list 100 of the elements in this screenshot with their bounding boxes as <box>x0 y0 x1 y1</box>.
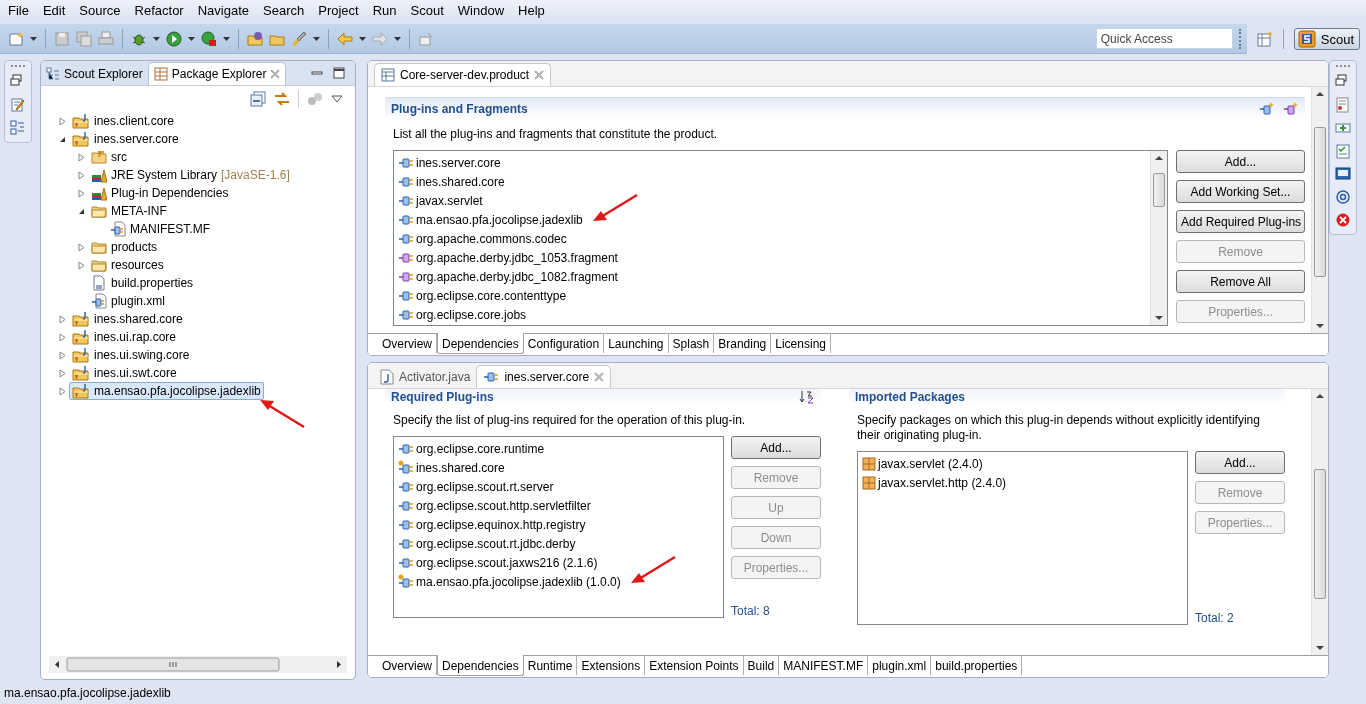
new-plugin-icon[interactable] <box>1259 100 1275 117</box>
expand-arrow-icon[interactable] <box>57 368 67 378</box>
close-icon[interactable] <box>594 372 605 382</box>
print-icon[interactable] <box>98 30 114 47</box>
menu-item[interactable]: Source <box>73 3 129 18</box>
open-folder-icon[interactable] <box>247 30 263 47</box>
save-icon[interactable] <box>54 30 70 47</box>
list-item[interactable]: org.eclipse.scout.rt.jdbc.derby <box>398 535 576 552</box>
page-tab[interactable]: Launching <box>604 333 669 353</box>
expand-arrow-icon[interactable] <box>76 170 86 180</box>
tree-item[interactable]: META-INF <box>88 202 170 220</box>
tree-item[interactable]: products <box>88 238 161 256</box>
menu-item[interactable]: Window <box>451 3 513 18</box>
list-item[interactable]: org.eclipse.equinox.http.registry <box>398 516 586 533</box>
list-item[interactable]: ma.ensao.pfa.jocolipse.jadexlib <box>398 211 583 228</box>
tree-item[interactable]: ines.client.core <box>69 112 178 130</box>
list-item[interactable]: javax.servlet (2.4.0) <box>862 456 983 471</box>
menu-item[interactable]: File <box>2 3 37 18</box>
editor-tab[interactable]: ines.server.core <box>476 365 612 388</box>
expand-arrow-icon[interactable] <box>57 332 67 342</box>
page-tab[interactable]: Runtime <box>523 655 578 675</box>
menu-item[interactable]: Search <box>257 3 313 18</box>
tree-item[interactable]: Plug-in Dependencies <box>88 184 232 202</box>
at-sign-icon[interactable] <box>1335 189 1351 205</box>
page-tab[interactable]: Licensing <box>771 333 831 353</box>
open-perspective-icon[interactable] <box>1256 31 1273 47</box>
tree-item[interactable]: ines.ui.swing.core <box>69 346 193 364</box>
menu-item[interactable]: Project <box>312 3 367 18</box>
page-tab[interactable]: MANIFEST.MF <box>779 655 869 675</box>
action-button[interactable]: Add... <box>1195 451 1285 474</box>
error-icon[interactable] <box>1335 212 1351 228</box>
tree-item[interactable]: resources <box>88 256 167 274</box>
horizontal-scrollbar[interactable] <box>49 656 347 673</box>
caret-icon[interactable] <box>223 36 230 41</box>
task-list-icon[interactable] <box>1335 143 1351 159</box>
collapse-all-icon[interactable] <box>250 91 266 107</box>
list-item[interactable]: org.eclipse.core.jobs <box>398 306 527 323</box>
edit-icon[interactable] <box>10 97 26 113</box>
caret-icon[interactable] <box>188 36 195 41</box>
menu-item[interactable]: Edit <box>36 3 74 18</box>
expand-arrow-icon[interactable] <box>76 188 86 198</box>
caret-icon[interactable] <box>394 36 401 41</box>
tree-item[interactable]: ines.shared.core <box>69 310 186 328</box>
properties-icon[interactable] <box>1335 97 1351 113</box>
run-icon[interactable] <box>166 30 182 47</box>
list-item[interactable]: javax.servlet.http (2.4.0) <box>862 475 1007 490</box>
list-item[interactable]: ines.shared.core <box>398 459 505 476</box>
list-item[interactable]: ma.ensao.pfa.jocolipse.jadexlib (1.0.0) <box>398 573 621 590</box>
list-item[interactable]: ines.server.core <box>398 154 501 171</box>
caret-icon[interactable] <box>153 36 160 41</box>
tree-item[interactable]: src <box>88 148 130 166</box>
expand-arrow-icon[interactable] <box>76 260 86 270</box>
page-tab[interactable]: Dependencies <box>437 333 524 354</box>
page-tab[interactable]: Build <box>743 655 780 675</box>
link-icon[interactable] <box>274 91 290 107</box>
list-item[interactable]: ines.shared.core <box>398 173 505 190</box>
action-button[interactable]: Add... <box>731 436 821 459</box>
page-tab[interactable]: Splash <box>668 333 715 353</box>
list-item[interactable]: org.apache.derby.jdbc_1082.fragment <box>398 268 618 285</box>
expand-arrow-icon[interactable] <box>76 152 86 162</box>
view-tab[interactable]: Package Explorer <box>147 62 287 85</box>
forward-arrow-icon[interactable] <box>372 30 388 47</box>
add-row-icon[interactable] <box>1335 120 1351 136</box>
back-arrow-icon[interactable] <box>337 30 353 47</box>
tree-item[interactable]: MANIFEST.MF <box>107 220 213 238</box>
expand-arrow-icon[interactable] <box>57 350 67 360</box>
caret-icon[interactable] <box>313 36 320 41</box>
action-button[interactable]: Add Working Set... <box>1176 180 1305 203</box>
list-item[interactable]: org.eclipse.core.runtime <box>398 440 545 457</box>
action-button[interactable]: Add... <box>1176 150 1305 173</box>
page-tab[interactable]: Extensions <box>577 655 646 675</box>
page-tab[interactable]: Configuration <box>523 333 605 353</box>
menu-item[interactable]: Scout <box>404 3 452 18</box>
action-button[interactable]: Add Required Plug-ins <box>1176 210 1305 233</box>
tree-item[interactable]: ines.ui.rap.core <box>69 328 180 346</box>
menu-item[interactable]: Help <box>512 3 553 18</box>
menu-item[interactable]: Navigate <box>191 3 257 18</box>
list-item[interactable]: org.eclipse.scout.rt.server <box>398 478 554 495</box>
pin-icon[interactable] <box>418 30 434 47</box>
list-item[interactable]: org.eclipse.scout.jaxws216 (2.1.6) <box>398 554 598 571</box>
list-item[interactable]: javax.servlet <box>398 192 483 209</box>
page-tab[interactable]: Dependencies <box>437 655 524 676</box>
console-icon[interactable] <box>1335 166 1351 182</box>
tree-item[interactable]: JRE System Library [JavaSE-1.6] <box>88 166 293 184</box>
list-item[interactable]: org.eclipse.core.contenttype <box>398 287 567 304</box>
tree-item[interactable]: ma.ensao.pfa.jocolipse.jadexlib <box>69 382 264 400</box>
menu-item[interactable]: Refactor <box>128 3 192 18</box>
editor-tab[interactable]: Core-server-dev.product <box>374 63 552 86</box>
tree-item[interactable]: ines.ui.swt.core <box>69 364 180 382</box>
tree-item[interactable]: build.properties <box>88 274 197 292</box>
new-fragment-icon[interactable] <box>1283 100 1299 117</box>
close-icon[interactable] <box>534 70 545 80</box>
close-icon[interactable] <box>270 69 281 79</box>
view-menu-icon[interactable] <box>331 95 343 103</box>
page-tab[interactable]: Branding <box>714 333 772 353</box>
outline-icon[interactable] <box>10 120 26 136</box>
sort-icon[interactable] <box>799 390 815 404</box>
run-tool-icon[interactable] <box>201 30 217 47</box>
page-tab[interactable]: Extension Points <box>645 655 744 675</box>
new-file-icon[interactable] <box>8 30 24 47</box>
